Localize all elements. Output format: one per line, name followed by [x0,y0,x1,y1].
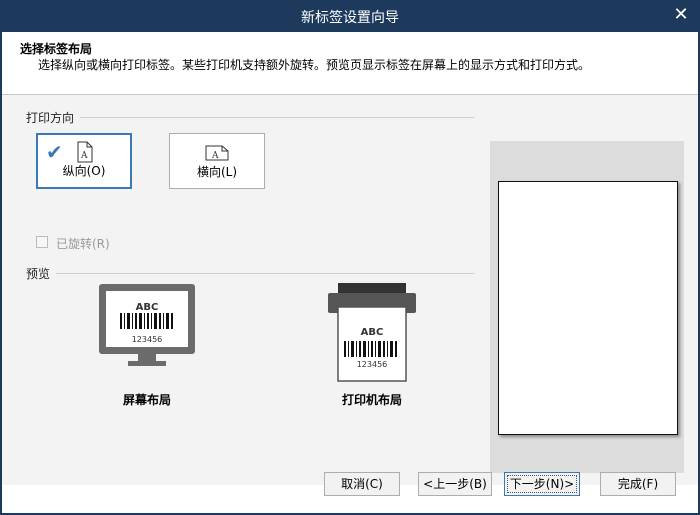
next-button[interactable]: 下一步(N)> [504,472,580,496]
rotated-label: 已旋转(R) [56,237,110,251]
back-button[interactable]: <上一步(B) [418,472,492,496]
screen-sample-text: ABC [135,302,159,313]
preview-panel [490,141,684,473]
screen-sample-number: 123456 [131,335,163,344]
svg-text:A: A [80,151,88,161]
printer-sample-text: ABC [360,327,384,338]
close-icon[interactable]: ✕ [670,4,692,26]
svg-text:A: A [211,151,219,161]
printer-sample-number: 123456 [356,360,388,369]
section-divider [80,117,474,118]
section-divider [56,273,474,274]
finish-button[interactable]: 完成(F) [600,472,676,496]
printer-layout-label: 打印机布局 [341,393,402,407]
checkbox-box[interactable] [36,236,48,248]
wizard-header: 选择标签布局 选择纵向或横向打印标签。某些打印机支持额外旋转。预览页显示标签在屏… [2,32,698,95]
preview-section-label: 预览 [26,267,51,281]
monitor-icon [99,284,195,366]
title-bar: 新标签设置向导 ✕ [0,0,700,32]
landscape-button[interactable]: A 横向(L) [169,133,265,189]
portrait-label: 纵向(O) [62,164,106,178]
wizard-content: 打印方向 ✔ A 纵向(O) A 横向(L) 已旋转(R) 预览 ABC 123… [2,95,698,485]
screen-layout-label: 屏幕布局 [122,393,171,407]
landscape-label: 横向(L) [196,165,238,179]
preview-page [498,181,678,435]
orientation-section-label: 打印方向 [26,111,75,125]
portrait-page-icon: A [77,141,93,163]
landscape-page-icon: A [205,145,229,161]
footer-buttons: 取消(C) <上一步(B) 下一步(N)> 完成(F) [2,472,698,513]
dialog-frame: 选择标签布局 选择纵向或横向打印标签。某些打印机支持额外旋转。预览页显示标签在屏… [0,32,700,515]
page-heading: 选择标签布局 [20,42,93,56]
window-title: 新标签设置向导 [301,10,399,26]
cancel-button[interactable]: 取消(C) [324,472,400,496]
page-description: 选择纵向或横向打印标签。某些打印机支持额外旋转。预览页显示标签在屏幕上的显示方式… [38,58,591,72]
portrait-button[interactable]: ✔ A 纵向(O) [36,133,132,189]
checkmark-icon: ✔ [46,140,63,164]
